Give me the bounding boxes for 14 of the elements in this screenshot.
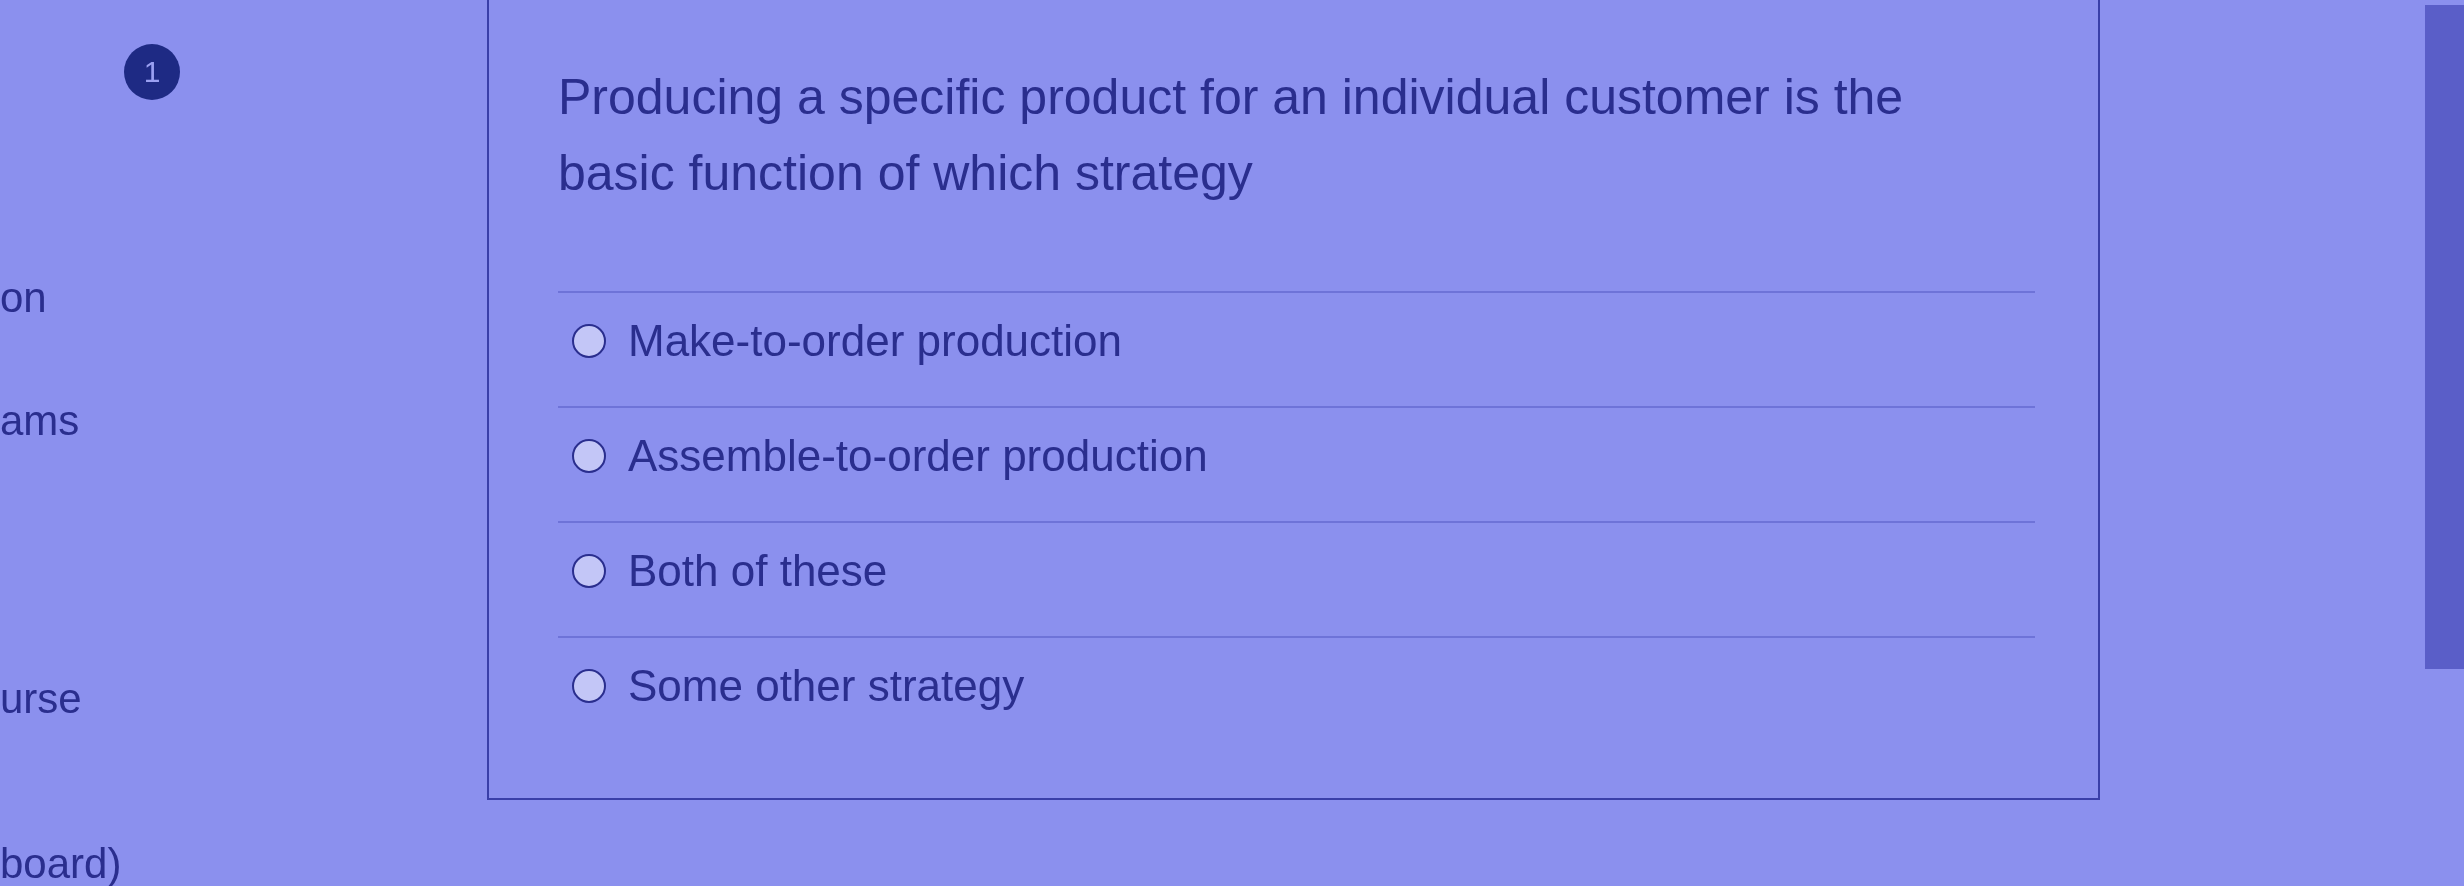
- option-label[interactable]: Some other strategy: [628, 664, 1025, 708]
- sidebar-item[interactable]: urse: [0, 677, 82, 721]
- radio-button[interactable]: [572, 669, 606, 703]
- question-number-badge: 1: [124, 44, 180, 100]
- option-label[interactable]: Assemble-to-order production: [628, 434, 1208, 478]
- option-label[interactable]: Make-to-order production: [628, 319, 1122, 363]
- scrollbar-thumb[interactable]: [2425, 5, 2464, 669]
- sidebar-item[interactable]: on: [0, 276, 47, 320]
- radio-button[interactable]: [572, 439, 606, 473]
- radio-button[interactable]: [572, 324, 606, 358]
- question-text: Producing a specific product for an individual customer is the basic function of which strategy: [558, 68, 1905, 203]
- option-label[interactable]: Both of these: [628, 549, 888, 593]
- sidebar-item[interactable]: ams: [0, 399, 80, 443]
- radio-button[interactable]: [572, 554, 606, 588]
